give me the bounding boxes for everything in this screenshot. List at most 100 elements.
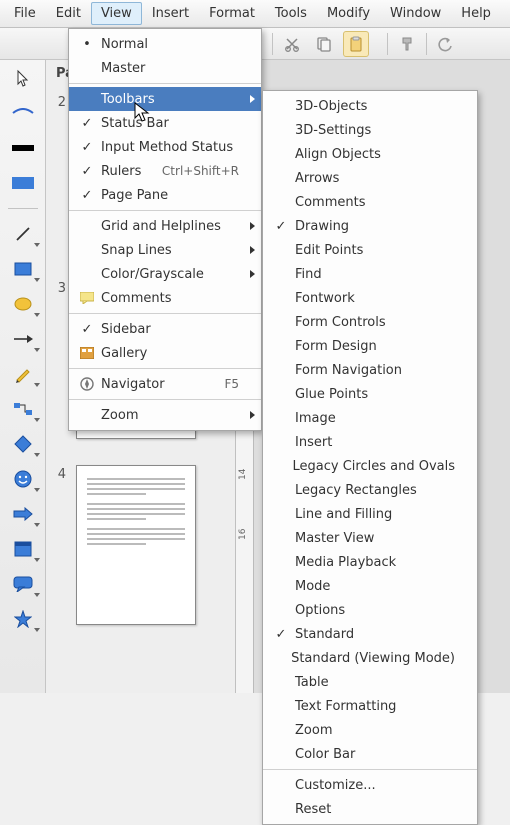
menu-item-label: Toolbars [97,92,239,107]
toolbar-toggle-text-formatting[interactable]: Text Formatting [263,694,477,718]
toolbar-toggle-edit-points[interactable]: Edit Points [263,238,477,262]
menu-item-input-method-status[interactable]: ✓Input Method Status [69,135,261,159]
ellipse-tool[interactable] [8,292,38,316]
toolbar-toggle-fontwork[interactable]: Fontwork [263,286,477,310]
toolbar-toggle-form-design[interactable]: Form Design [263,334,477,358]
line-style-tool[interactable] [8,101,38,125]
star-tool[interactable] [8,607,38,631]
menu-item-gallery[interactable]: Gallery [69,341,261,365]
toolbar-toggle-glue-points[interactable]: Glue Points [263,382,477,406]
menu-item-page-pane[interactable]: ✓Page Pane [69,183,261,207]
toolbar-toggle-arrows[interactable]: Arrows [263,166,477,190]
callout-tool[interactable] [8,572,38,596]
menu-item-color-grayscale[interactable]: Color/Grayscale [69,262,261,286]
menu-item-label: Form Navigation [291,363,455,378]
menu-item-label: Drawing [291,219,455,234]
check-icon: ✓ [77,116,97,131]
toolbar-toggle-table[interactable]: Table [263,670,477,694]
menu-edit[interactable]: Edit [46,2,91,25]
toolbar-toggle-standard[interactable]: ✓Standard [263,622,477,646]
page-thumb-row[interactable]: 4 [56,465,225,625]
check-icon: ✓ [77,188,97,203]
cut-button[interactable] [279,31,305,57]
menu-item-navigator[interactable]: NavigatorF5 [69,372,261,396]
pencil-tool[interactable] [8,362,38,386]
menu-file[interactable]: File [4,2,46,25]
toolbar-menu-customize...[interactable]: Customize... [263,773,477,797]
flowchart-tool[interactable] [8,537,38,561]
menu-item-status-bar[interactable]: ✓Status Bar [69,111,261,135]
menu-tools[interactable]: Tools [265,2,317,25]
line-color-tool[interactable] [8,136,38,160]
toolbar-toggle-standard-viewing-mode-[interactable]: Standard (Viewing Mode) [263,646,477,670]
toolbar-toggle-line-and-filling[interactable]: Line and Filling [263,502,477,526]
page-thumbnail[interactable] [76,465,196,625]
menu-item-normal[interactable]: •Normal [69,32,261,56]
accelerator: Ctrl+Shift+R [144,164,239,178]
toolbar-toggle-comments[interactable]: Comments [263,190,477,214]
check-icon: ✓ [271,219,291,234]
comment-icon [77,292,97,304]
toolbar-toggle-zoom[interactable]: Zoom [263,718,477,742]
rect-tool[interactable] [8,257,38,281]
menu-item-label: Table [291,675,455,690]
menu-insert[interactable]: Insert [142,2,199,25]
menu-item-master[interactable]: Master [69,56,261,80]
toolbar-toggle-options[interactable]: Options [263,598,477,622]
menu-item-label: Line and Filling [291,507,455,522]
copy-button[interactable] [311,31,337,57]
menu-modify[interactable]: Modify [317,2,380,25]
toolbar-toggle-media-playback[interactable]: Media Playback [263,550,477,574]
menu-view[interactable]: View [91,2,142,25]
undo-button[interactable] [433,31,459,57]
toolbar-toggle-drawing[interactable]: ✓Drawing [263,214,477,238]
fill-color-tool[interactable] [8,171,38,195]
diamond-tool[interactable] [8,432,38,456]
menu-help[interactable]: Help [451,2,501,25]
toolbar-toggle--d-settings[interactable]: 3D-Settings [263,118,477,142]
toolbar-toggle-form-navigation[interactable]: Form Navigation [263,358,477,382]
menu-item-zoom[interactable]: Zoom [69,403,261,427]
toolbar-toggle-form-controls[interactable]: Form Controls [263,310,477,334]
menu-item-label: Insert [291,435,455,450]
line-tool[interactable] [8,222,38,246]
toolbar-toggle--d-objects[interactable]: 3D-Objects [263,94,477,118]
menu-item-label: 3D-Objects [291,99,455,114]
check-icon: ✓ [77,140,97,155]
menu-item-label: Color/Grayscale [97,267,239,282]
menu-format[interactable]: Format [199,2,265,25]
paste-button[interactable] [343,31,369,57]
menu-item-label: Glue Points [291,387,455,402]
menu-item-label: Media Playback [291,555,455,570]
toolbar-menu-reset[interactable]: Reset [263,797,477,821]
smiley-tool[interactable] [8,467,38,491]
toolbar-toggle-find[interactable]: Find [263,262,477,286]
menu-item-rulers[interactable]: ✓RulersCtrl+Shift+R [69,159,261,183]
toolbar-toggle-legacy-circles-and-ovals[interactable]: Legacy Circles and Ovals [263,454,477,478]
block-arrow-tool[interactable] [8,502,38,526]
menu-item-label: Gallery [97,346,239,361]
menu-item-sidebar[interactable]: ✓Sidebar [69,317,261,341]
toolbar-toggle-color-bar[interactable]: Color Bar [263,742,477,766]
toolbar-toggle-master-view[interactable]: Master View [263,526,477,550]
toolbar-toggle-image[interactable]: Image [263,406,477,430]
connector-tool[interactable] [8,397,38,421]
menu-window[interactable]: Window [380,2,451,25]
menu-item-grid-and-helplines[interactable]: Grid and Helplines [69,214,261,238]
menu-item-label: Input Method Status [97,140,239,155]
menu-item-comments[interactable]: Comments [69,286,261,310]
pointer-tool[interactable] [8,66,38,90]
menu-item-toolbars[interactable]: Toolbars [69,87,261,111]
menu-item-snap-lines[interactable]: Snap Lines [69,238,261,262]
toolbar-toggle-mode[interactable]: Mode [263,574,477,598]
toolbar-toggle-insert[interactable]: Insert [263,430,477,454]
clone-format-button[interactable] [394,31,420,57]
arrow-tool[interactable] [8,327,38,351]
toolbar-toggle-legacy-rectangles[interactable]: Legacy Rectangles [263,478,477,502]
menu-item-label: Image [291,411,455,426]
submenu-arrow-icon [250,270,255,278]
menu-item-label: Text Formatting [291,699,455,714]
menu-item-label: Mode [291,579,455,594]
menu-item-label: Standard (Viewing Mode) [287,651,455,666]
toolbar-toggle-align-objects[interactable]: Align Objects [263,142,477,166]
